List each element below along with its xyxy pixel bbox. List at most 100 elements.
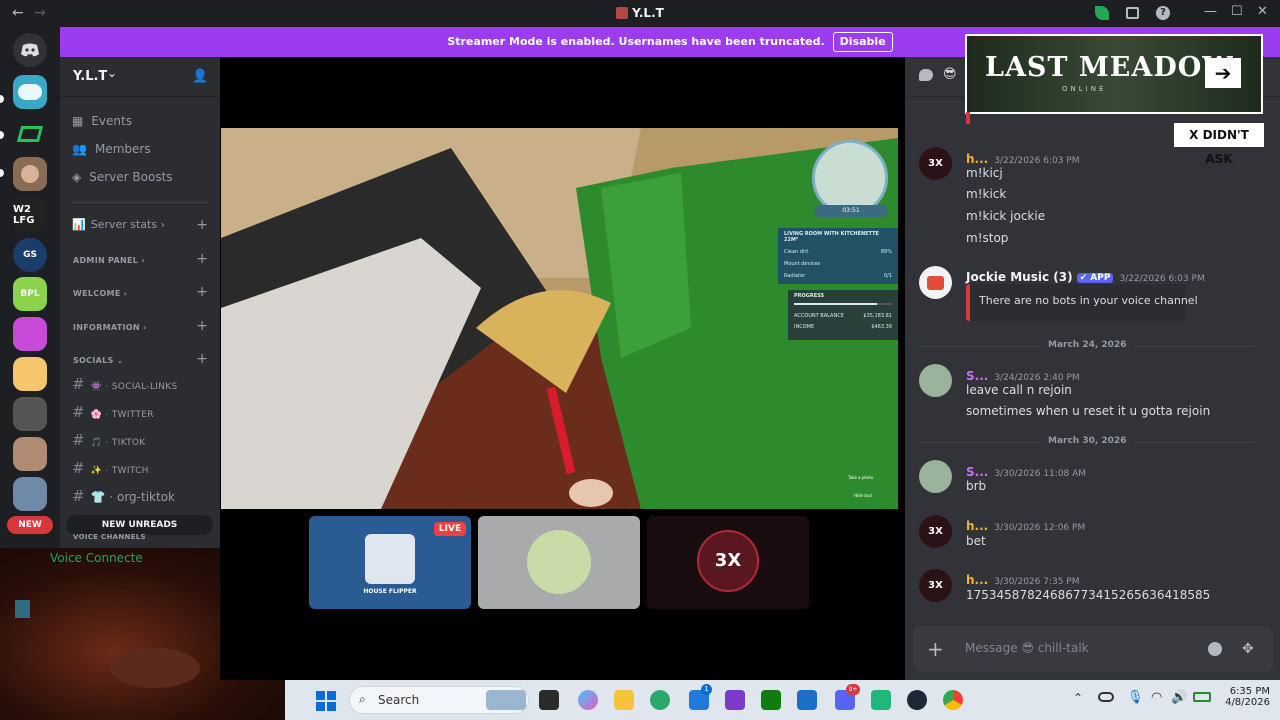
category-voice[interactable]: VOICE CHANNELS [73, 533, 146, 541]
voice-connected-label[interactable]: Voice Connecte [50, 551, 143, 565]
thread-icon[interactable] [919, 69, 933, 81]
help-icon[interactable]: ? [1156, 6, 1170, 20]
channel-emoji: 👕 [90, 490, 106, 504]
title-bar: ← → Y.L.T ? — ☐ ✕ [0, 0, 1280, 27]
server-icon-ghost[interactable] [13, 75, 47, 109]
minimize-button[interactable]: — [1204, 4, 1217, 19]
avatar[interactable] [919, 266, 952, 299]
close-button[interactable]: ✕ [1257, 4, 1268, 19]
income-row: INCOME $463.39 [794, 324, 892, 330]
last-meadow-ad[interactable]: LAST MEADOW ONLINE ➔ [965, 34, 1263, 114]
author-name[interactable]: S... [966, 369, 988, 383]
avatar[interactable]: 3X [919, 147, 952, 180]
server-icon-person[interactable] [13, 477, 47, 511]
store-icon[interactable]: 1 [689, 684, 712, 710]
volume-icon[interactable]: 🔊 [1171, 690, 1187, 705]
author-name[interactable]: S... [966, 465, 988, 479]
wifi-icon[interactable]: ◠ [1151, 690, 1162, 705]
maximize-button[interactable]: ☐ [1231, 4, 1243, 19]
taskbar-search[interactable]: ⌕ Search [349, 686, 529, 714]
channel-emoji: 🌸 [90, 410, 103, 420]
add-channel-icon[interactable]: + [196, 284, 208, 300]
add-channel-icon[interactable]: + [196, 217, 208, 233]
microphone-icon[interactable]: 🎙 [1127, 690, 1144, 705]
message-text: brb [966, 479, 987, 493]
game-logo [365, 534, 415, 584]
channel-social-links[interactable]: # 👾 · SOCIAL-LINKS [72, 375, 178, 393]
windows-start-icon[interactable] [316, 691, 336, 711]
calendar-icon: ▦ [72, 114, 84, 128]
avatar[interactable] [919, 460, 952, 493]
server-icon-colorful[interactable] [13, 317, 47, 351]
app-icon-green[interactable] [871, 690, 891, 710]
message-text: sometimes when u reset it u gotta rejoin [966, 404, 1211, 418]
mail-icon[interactable] [797, 690, 817, 710]
channel-twitch[interactable]: # ✨ · TWITCH [72, 459, 149, 477]
battery-icon[interactable] [1193, 692, 1211, 702]
server-icon-gs[interactable]: GS [13, 238, 47, 272]
events-item[interactable]: ▦ Events [72, 114, 132, 128]
category-socials[interactable]: SOCIALS ⌄ [73, 356, 124, 365]
minimap-timer: 03:51 [814, 205, 888, 217]
stream-tile[interactable]: HOUSE FLIPPER LIVE [309, 516, 471, 609]
discord-home-icon[interactable] [13, 33, 47, 67]
participant-tile[interactable]: 3X [647, 516, 809, 609]
file-explorer-icon[interactable] [614, 690, 634, 710]
channel-twitter[interactable]: # 🌸 · TWITTER [72, 403, 154, 421]
add-attachment-button[interactable]: + [927, 637, 944, 661]
add-channel-icon[interactable]: + [196, 318, 208, 334]
edge-icon[interactable] [650, 690, 670, 710]
add-channel-icon[interactable]: + [196, 251, 208, 267]
category-welcome[interactable]: WELCOME › [73, 289, 127, 298]
server-icon-portrait[interactable] [13, 157, 47, 191]
author-name[interactable]: h... [966, 519, 988, 533]
server-icon-lfg[interactable]: W2 LFG [13, 198, 47, 232]
avatar[interactable] [919, 364, 952, 397]
server-icon-green[interactable] [13, 117, 47, 151]
server-icon-face[interactable] [13, 437, 47, 471]
xbox-icon[interactable] [761, 690, 781, 710]
chrome-icon[interactable] [943, 690, 963, 710]
author-name[interactable]: h... [966, 152, 988, 166]
server-stats-item[interactable]: 📊 Server stats › [72, 218, 165, 231]
server-icon-bpl[interactable]: BPL [13, 277, 47, 311]
discord-taskbar-icon[interactable]: 9+ [835, 684, 860, 710]
category-information[interactable]: INFORMATION › [73, 323, 147, 332]
avatar[interactable]: 3X [919, 515, 952, 548]
clock[interactable]: 6:35 PM 4/8/2026 [1220, 686, 1270, 708]
add-member-icon[interactable]: 👤 [192, 69, 208, 84]
chevron-up-icon[interactable]: ⌃ [1073, 691, 1083, 705]
app-tag: ✔ APP [1076, 273, 1114, 283]
members-item[interactable]: 👥 Members [72, 142, 151, 156]
new-unreads-button[interactable]: NEW UNREADS [66, 515, 213, 535]
disable-button[interactable]: Disable [832, 32, 893, 52]
leaf-update-icon[interactable] [1095, 6, 1109, 20]
task-view-icon[interactable] [539, 690, 559, 710]
new-badge[interactable]: NEW [7, 516, 53, 534]
channel-org-tiktok[interactable]: # 👕 · org-tiktok [72, 487, 175, 505]
channel-tiktok[interactable]: # 🎵 · TIKTOK [72, 431, 146, 449]
server-header[interactable]: Y.L.T ⌄ 👤 [60, 57, 220, 97]
server-icon-cartoon[interactable] [13, 357, 47, 391]
hint-photo: Take a photo [848, 475, 874, 480]
ad-dismiss-button[interactable]: X DIDN'T ASK [1174, 123, 1264, 166]
server-boosts-item[interactable]: ◈ Server Boosts [72, 170, 173, 184]
message-input[interactable]: Message 😎 chill-talk [965, 641, 1089, 655]
add-channel-icon[interactable]: + [196, 351, 208, 367]
apps-icon[interactable]: ✥ [1242, 641, 1254, 657]
app-icon-purple[interactable] [725, 690, 745, 710]
author-name[interactable]: h... [966, 573, 988, 587]
clock-date: 4/8/2026 [1225, 697, 1270, 708]
stream-video[interactable]: 03:51 LIVING ROOM WITH KITCHENETTE 22M² … [221, 128, 898, 509]
steam-icon[interactable] [907, 690, 927, 710]
emoji-picker-icon[interactable] [1208, 642, 1222, 656]
copilot-icon[interactable] [578, 690, 598, 710]
inbox-icon[interactable] [1126, 7, 1139, 19]
cloud-icon[interactable] [1098, 692, 1114, 702]
arrow-right-icon[interactable]: ➔ [1205, 58, 1241, 88]
avatar[interactable]: 3X [919, 569, 952, 602]
server-icon-photo[interactable] [13, 397, 47, 431]
participant-tile[interactable] [478, 516, 640, 609]
category-admin[interactable]: ADMIN PANEL › [73, 256, 145, 265]
author-name[interactable]: Jockie Music (3) [966, 270, 1073, 284]
